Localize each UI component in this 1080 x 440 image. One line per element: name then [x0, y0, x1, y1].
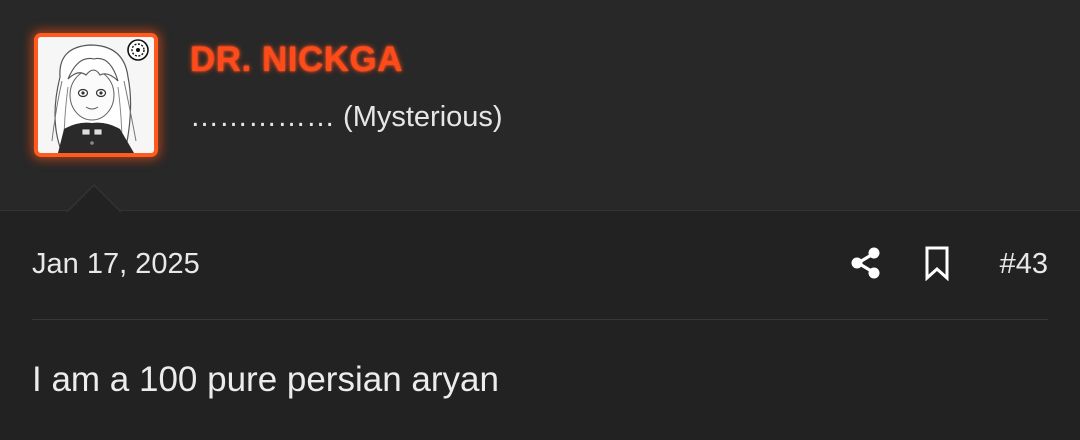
- bookmark-icon[interactable]: [920, 245, 954, 282]
- post-number-link[interactable]: #43: [1000, 248, 1048, 281]
- post-user-header: DR. NICKGA …………… (Mysterious): [0, 0, 1080, 211]
- user-avatar[interactable]: [34, 33, 158, 157]
- header-pointer-arrow-fill: [67, 186, 121, 213]
- post-date[interactable]: Jan 17, 2025: [32, 248, 200, 281]
- avatar-illustration: [38, 37, 154, 153]
- username[interactable]: DR. NICKGA: [190, 40, 403, 80]
- user-title: …………… (Mysterious): [190, 101, 503, 133]
- share-icon[interactable]: [848, 245, 884, 281]
- forum-post: DR. NICKGA …………… (Mysterious) Jan 17, 20…: [0, 0, 1080, 440]
- post-divider: [32, 319, 1048, 320]
- post-body: I am a 100 pure persian aryan: [32, 360, 499, 399]
